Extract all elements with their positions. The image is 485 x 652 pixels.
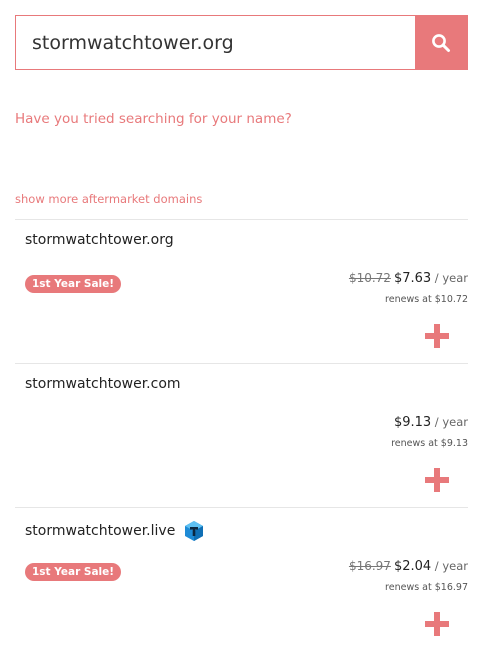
- domain-result-row: stormwatchtower.live 1st Year Sale! $16.…: [15, 507, 468, 651]
- original-price: $16.97: [348, 559, 391, 573]
- search-button[interactable]: [415, 16, 467, 69]
- renewal-price: renews at $9.13: [391, 438, 468, 449]
- show-more-aftermarket-link[interactable]: show more aftermarket domains: [15, 192, 202, 206]
- sale-badge: 1st Year Sale!: [25, 275, 122, 293]
- domain-result-row: stormwatchtower.org 1st Year Sale! $10.7…: [15, 219, 468, 363]
- original-price: $10.72: [348, 271, 391, 285]
- current-price: $9.13: [393, 415, 432, 430]
- domain-name: stormwatchtower.com: [25, 376, 181, 392]
- search-your-name-link[interactable]: Have you tried searching for your name?: [15, 111, 292, 127]
- add-to-cart-plus-icon[interactable]: [425, 324, 449, 348]
- current-price: $2.04: [393, 559, 432, 574]
- domain-name-text: stormwatchtower.org: [25, 232, 174, 248]
- domain-search-page: Have you tried searching for your name? …: [0, 0, 485, 652]
- add-to-cart-plus-icon[interactable]: [425, 468, 449, 492]
- price: $9.13 / year: [394, 415, 468, 430]
- domain-name: stormwatchtower.org: [25, 232, 174, 248]
- domain-name-text: stormwatchtower.com: [25, 376, 181, 392]
- price-period: / year: [431, 415, 468, 429]
- current-price: $7.63: [393, 271, 432, 286]
- domain-name: stormwatchtower.live: [25, 520, 205, 542]
- renewal-price: renews at $10.72: [385, 294, 468, 305]
- search-icon: [432, 33, 450, 52]
- price: $16.97 $2.04 / year: [349, 559, 468, 574]
- domain-name-text: stormwatchtower.live: [25, 523, 176, 539]
- price: $10.72 $7.63 / year: [349, 271, 468, 286]
- sale-badge: 1st Year Sale!: [25, 563, 122, 581]
- domain-result-row: stormwatchtower.com $9.13 / year renews …: [15, 363, 468, 507]
- price-period: / year: [431, 271, 468, 285]
- add-to-cart-plus-icon[interactable]: [425, 612, 449, 636]
- renewal-price: renews at $16.97: [385, 582, 468, 593]
- search-input[interactable]: [16, 16, 415, 69]
- search-bar: [15, 15, 468, 70]
- registry-t-icon: [185, 521, 204, 541]
- price-period: / year: [431, 559, 468, 573]
